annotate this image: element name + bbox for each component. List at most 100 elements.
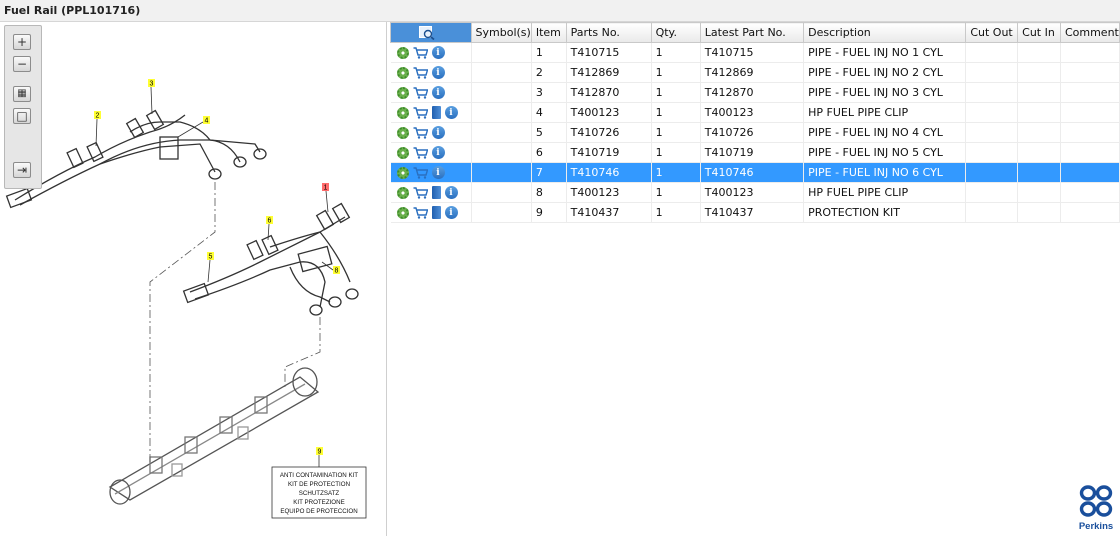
table-row[interactable]: i 8 T400123 1 T400123 HP FUEL PIPE CLIP <box>390 182 1120 203</box>
cart-icon[interactable] <box>413 146 428 159</box>
table-row[interactable]: i 7 T410746 1 T410746 PIPE - FUEL INJ NO 6 CY… <box>390 162 1120 183</box>
gear-icon[interactable] <box>396 46 409 59</box>
table-row[interactable]: i 4 T400123 1 T400123 HP FUEL PIPE CLIP <box>390 102 1120 123</box>
cut-out-cell <box>965 42 1019 63</box>
callout-3: 3 <box>148 79 155 115</box>
row-actions: i <box>390 142 472 163</box>
info-icon[interactable]: i <box>431 46 445 59</box>
search-column-header[interactable] <box>390 22 472 43</box>
cut-in-cell <box>1017 202 1061 223</box>
symbols-cell <box>471 142 532 163</box>
col-description[interactable]: Description <box>803 22 967 43</box>
cut-out-cell <box>965 102 1019 123</box>
zoom-out-button[interactable]: − <box>13 56 31 72</box>
cart-icon[interactable] <box>413 126 428 139</box>
book-icon[interactable] <box>431 106 441 119</box>
info-icon[interactable]: i <box>431 166 445 179</box>
svg-text:3: 3 <box>150 81 154 88</box>
col-symbols[interactable]: Symbol(s) <box>470 22 532 43</box>
svg-text:SCHUTZSATZ: SCHUTZSATZ <box>299 490 340 497</box>
svg-text:2: 2 <box>96 113 100 120</box>
table-row[interactable]: i 1 T410715 1 T410715 PIPE - FUEL INJ NO 1 CY… <box>390 42 1120 63</box>
cut-out-cell <box>965 122 1019 143</box>
book-icon[interactable] <box>431 186 441 199</box>
comment-cell <box>1060 42 1120 63</box>
cut-in-cell <box>1017 162 1061 183</box>
cut-out-cell <box>965 182 1019 203</box>
table-row[interactable]: i 3 T412870 1 T412870 PIPE - FUEL INJ NO 3 CY… <box>390 82 1120 103</box>
col-comment[interactable]: Comment <box>1059 22 1120 43</box>
gear-icon[interactable] <box>396 66 409 79</box>
parts-table: Symbol(s) Item Parts No. Qty. Latest Par… <box>390 22 1120 223</box>
info-icon[interactable]: i <box>444 186 458 199</box>
table-row[interactable]: i 9 T410437 1 T410437 PROTECTION KIT <box>390 202 1120 223</box>
description-cell: PIPE - FUEL INJ NO 2 CYL <box>803 62 967 83</box>
qty-cell: 1 <box>651 162 701 183</box>
col-cut-in[interactable]: Cut In <box>1017 22 1061 43</box>
cart-icon[interactable] <box>413 66 428 79</box>
comment-cell <box>1060 102 1120 123</box>
table-row[interactable]: i 5 T410726 1 T410726 PIPE - FUEL INJ NO 4 CY… <box>390 122 1120 143</box>
illustration-pane[interactable]: 1 2 3 4 5 6 8 9 ANTI CONTAMINATION KIT K… <box>0 22 387 536</box>
actual-size-button[interactable]: □ <box>13 108 31 124</box>
col-parts-no[interactable]: Parts No. <box>565 22 652 43</box>
gear-icon[interactable] <box>396 146 409 159</box>
cart-icon[interactable] <box>413 186 428 199</box>
info-icon[interactable]: i <box>444 106 458 119</box>
cart-icon[interactable] <box>413 46 428 59</box>
symbols-cell <box>471 102 532 123</box>
part-no-cell: T412870 <box>566 82 652 103</box>
svg-text:6: 6 <box>268 218 272 225</box>
cut-out-cell <box>965 62 1019 83</box>
gear-icon[interactable] <box>396 126 409 139</box>
description-cell: PIPE - FUEL INJ NO 6 CYL <box>803 162 967 183</box>
kit-label-box: ANTI CONTAMINATION KIT KIT DE PROTECTION… <box>271 466 367 519</box>
parts-list-pane: Symbol(s) Item Parts No. Qty. Latest Par… <box>390 22 1120 536</box>
info-icon[interactable]: i <box>431 126 445 139</box>
description-cell: PIPE - FUEL INJ NO 4 CYL <box>803 122 967 143</box>
part-no-cell: T410437 <box>566 202 652 223</box>
gear-icon[interactable] <box>396 106 409 119</box>
col-cut-out[interactable]: Cut Out <box>965 22 1019 43</box>
cut-in-cell <box>1017 102 1061 123</box>
cart-icon[interactable] <box>413 86 428 99</box>
comment-cell <box>1060 142 1120 163</box>
info-icon[interactable]: i <box>431 86 445 99</box>
gear-icon[interactable] <box>396 166 409 179</box>
cart-icon[interactable] <box>413 166 428 179</box>
qty-cell: 1 <box>651 42 701 63</box>
row-actions: i <box>390 202 472 223</box>
export-button[interactable]: ⇥ <box>13 162 31 178</box>
row-actions: i <box>390 82 472 103</box>
row-actions: i <box>390 42 472 63</box>
table-row[interactable]: i 6 T410719 1 T410719 PIPE - FUEL INJ NO 5 CY… <box>390 142 1120 163</box>
callout-9: 9 <box>316 447 323 467</box>
qty-cell: 1 <box>651 82 701 103</box>
table-row[interactable]: i 2 T412869 1 T412869 PIPE - FUEL INJ NO 2 CY… <box>390 62 1120 83</box>
table-header-row: Symbol(s) Item Parts No. Qty. Latest Par… <box>390 22 1120 43</box>
book-icon[interactable] <box>431 206 441 219</box>
comment-cell <box>1060 202 1120 223</box>
cart-icon[interactable] <box>413 106 428 119</box>
fit-view-button[interactable]: ▦ <box>13 86 31 102</box>
gear-icon[interactable] <box>396 186 409 199</box>
part-no-cell: T410726 <box>566 122 652 143</box>
svg-text:8: 8 <box>335 268 339 275</box>
item-cell: 4 <box>531 102 567 123</box>
cart-icon[interactable] <box>413 206 428 219</box>
info-icon[interactable]: i <box>431 146 445 159</box>
cut-out-cell <box>965 142 1019 163</box>
gear-icon[interactable] <box>396 206 409 219</box>
latest-part-no-cell: T412870 <box>700 82 805 103</box>
info-icon[interactable]: i <box>444 206 458 219</box>
svg-text:KIT DE PROTECTION: KIT DE PROTECTION <box>288 481 350 488</box>
col-item[interactable]: Item <box>530 22 567 43</box>
qty-cell: 1 <box>651 102 701 123</box>
info-icon[interactable]: i <box>431 66 445 79</box>
col-latest-part-no[interactable]: Latest Part No. <box>699 22 805 43</box>
col-qty[interactable]: Qty. <box>650 22 701 43</box>
latest-part-no-cell: T410437 <box>700 202 805 223</box>
gear-icon[interactable] <box>396 86 409 99</box>
latest-part-no-cell: T400123 <box>700 182 805 203</box>
zoom-in-button[interactable]: + <box>13 34 31 50</box>
